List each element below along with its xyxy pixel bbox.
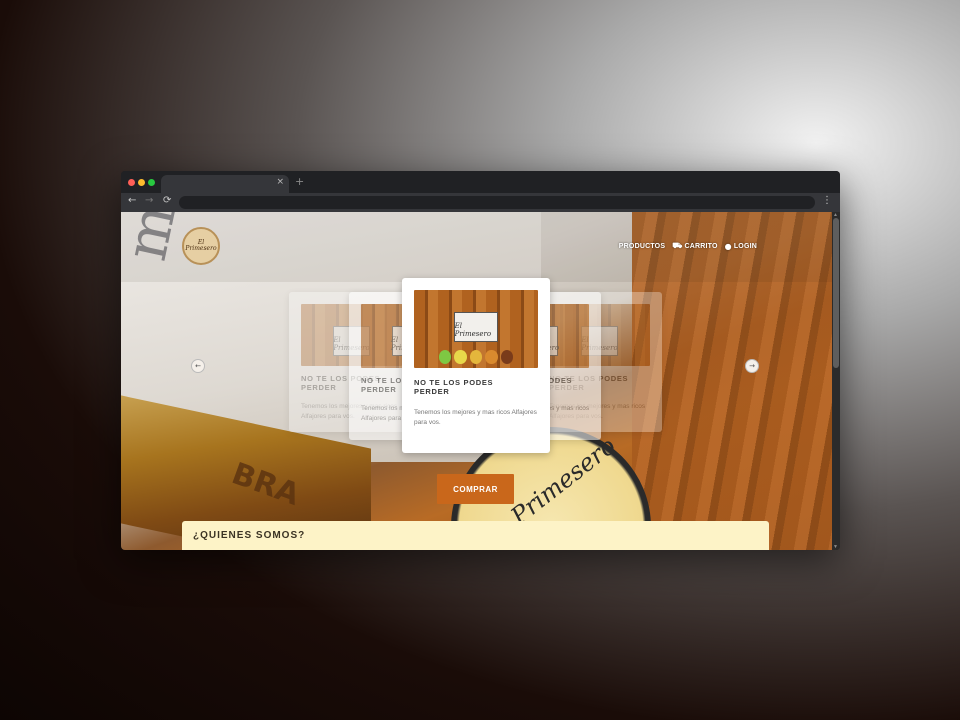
forward-arrow-icon[interactable]: →: [145, 195, 153, 206]
page-viewport: mesero BRA Primesero El Primesero PRODUC…: [121, 212, 832, 550]
nav-login[interactable]: ● LOGIN: [725, 241, 757, 251]
product-carousel: El Primesero NO TE LOS PODES PERDER Tene…: [121, 278, 832, 488]
user-icon: ●: [724, 241, 732, 251]
minimize-window-button[interactable]: [138, 179, 145, 186]
card-image-jars: [438, 350, 514, 366]
carousel-prev-button[interactable]: ←: [191, 359, 205, 373]
main-nav: PRODUCTOS ⛟ CARRITO ● LOGIN: [619, 241, 757, 251]
carousel-next-button[interactable]: →: [745, 359, 759, 373]
nav-carrito[interactable]: ⛟ CARRITO: [672, 241, 717, 251]
nav-carrito-label: CARRITO: [684, 242, 718, 250]
new-tab-button[interactable]: +: [295, 175, 304, 188]
card-image-sign: El Primesero: [453, 312, 499, 342]
maximize-window-button[interactable]: [148, 179, 155, 186]
jar-icon: [469, 350, 483, 364]
carousel-card-active[interactable]: El Primesero NO TE LOS PODES PERDER Tene…: [402, 278, 550, 453]
tab-close-icon[interactable]: ×: [276, 177, 284, 187]
about-title: ¿QUIENES SOMOS?: [193, 530, 306, 541]
buy-button[interactable]: COMPRAR: [437, 474, 514, 504]
tab-bar: × +: [121, 171, 840, 193]
browser-tab[interactable]: ×: [161, 175, 289, 193]
card-description: Tenemos los mejores y mas ricos Alfajore…: [414, 409, 537, 427]
card-title: NO TE LOS PODES PERDER: [414, 378, 494, 396]
card-image: El Primesero: [414, 290, 538, 368]
address-bar[interactable]: [179, 196, 815, 209]
page-scrollbar[interactable]: ▲ ▼: [832, 212, 840, 550]
back-arrow-icon[interactable]: ←: [128, 195, 136, 206]
close-window-button[interactable]: [128, 179, 135, 186]
nav-productos-label: PRODUCTOS: [618, 242, 666, 250]
jar-icon: [454, 350, 467, 364]
about-section: ¿QUIENES SOMOS?: [182, 521, 769, 550]
browser-toolbar: ← → ⟳ ⋮: [121, 193, 840, 212]
browser-menu-icon[interactable]: ⋮: [822, 195, 832, 206]
cart-icon: ⛟: [672, 241, 683, 250]
scroll-down-icon[interactable]: ▼: [833, 544, 838, 550]
jar-icon: [438, 350, 452, 364]
nav-login-label: LOGIN: [733, 242, 757, 250]
reload-icon[interactable]: ⟳: [163, 195, 171, 206]
nav-productos[interactable]: PRODUCTOS: [619, 241, 665, 251]
jar-icon: [500, 350, 514, 364]
browser-window: × + ← → ⟳ ⋮ mesero BRA Primesero El Prim…: [121, 171, 840, 550]
jar-icon: [485, 350, 498, 364]
scroll-thumb[interactable]: [833, 218, 839, 368]
site-logo[interactable]: El Primesero: [182, 227, 220, 265]
